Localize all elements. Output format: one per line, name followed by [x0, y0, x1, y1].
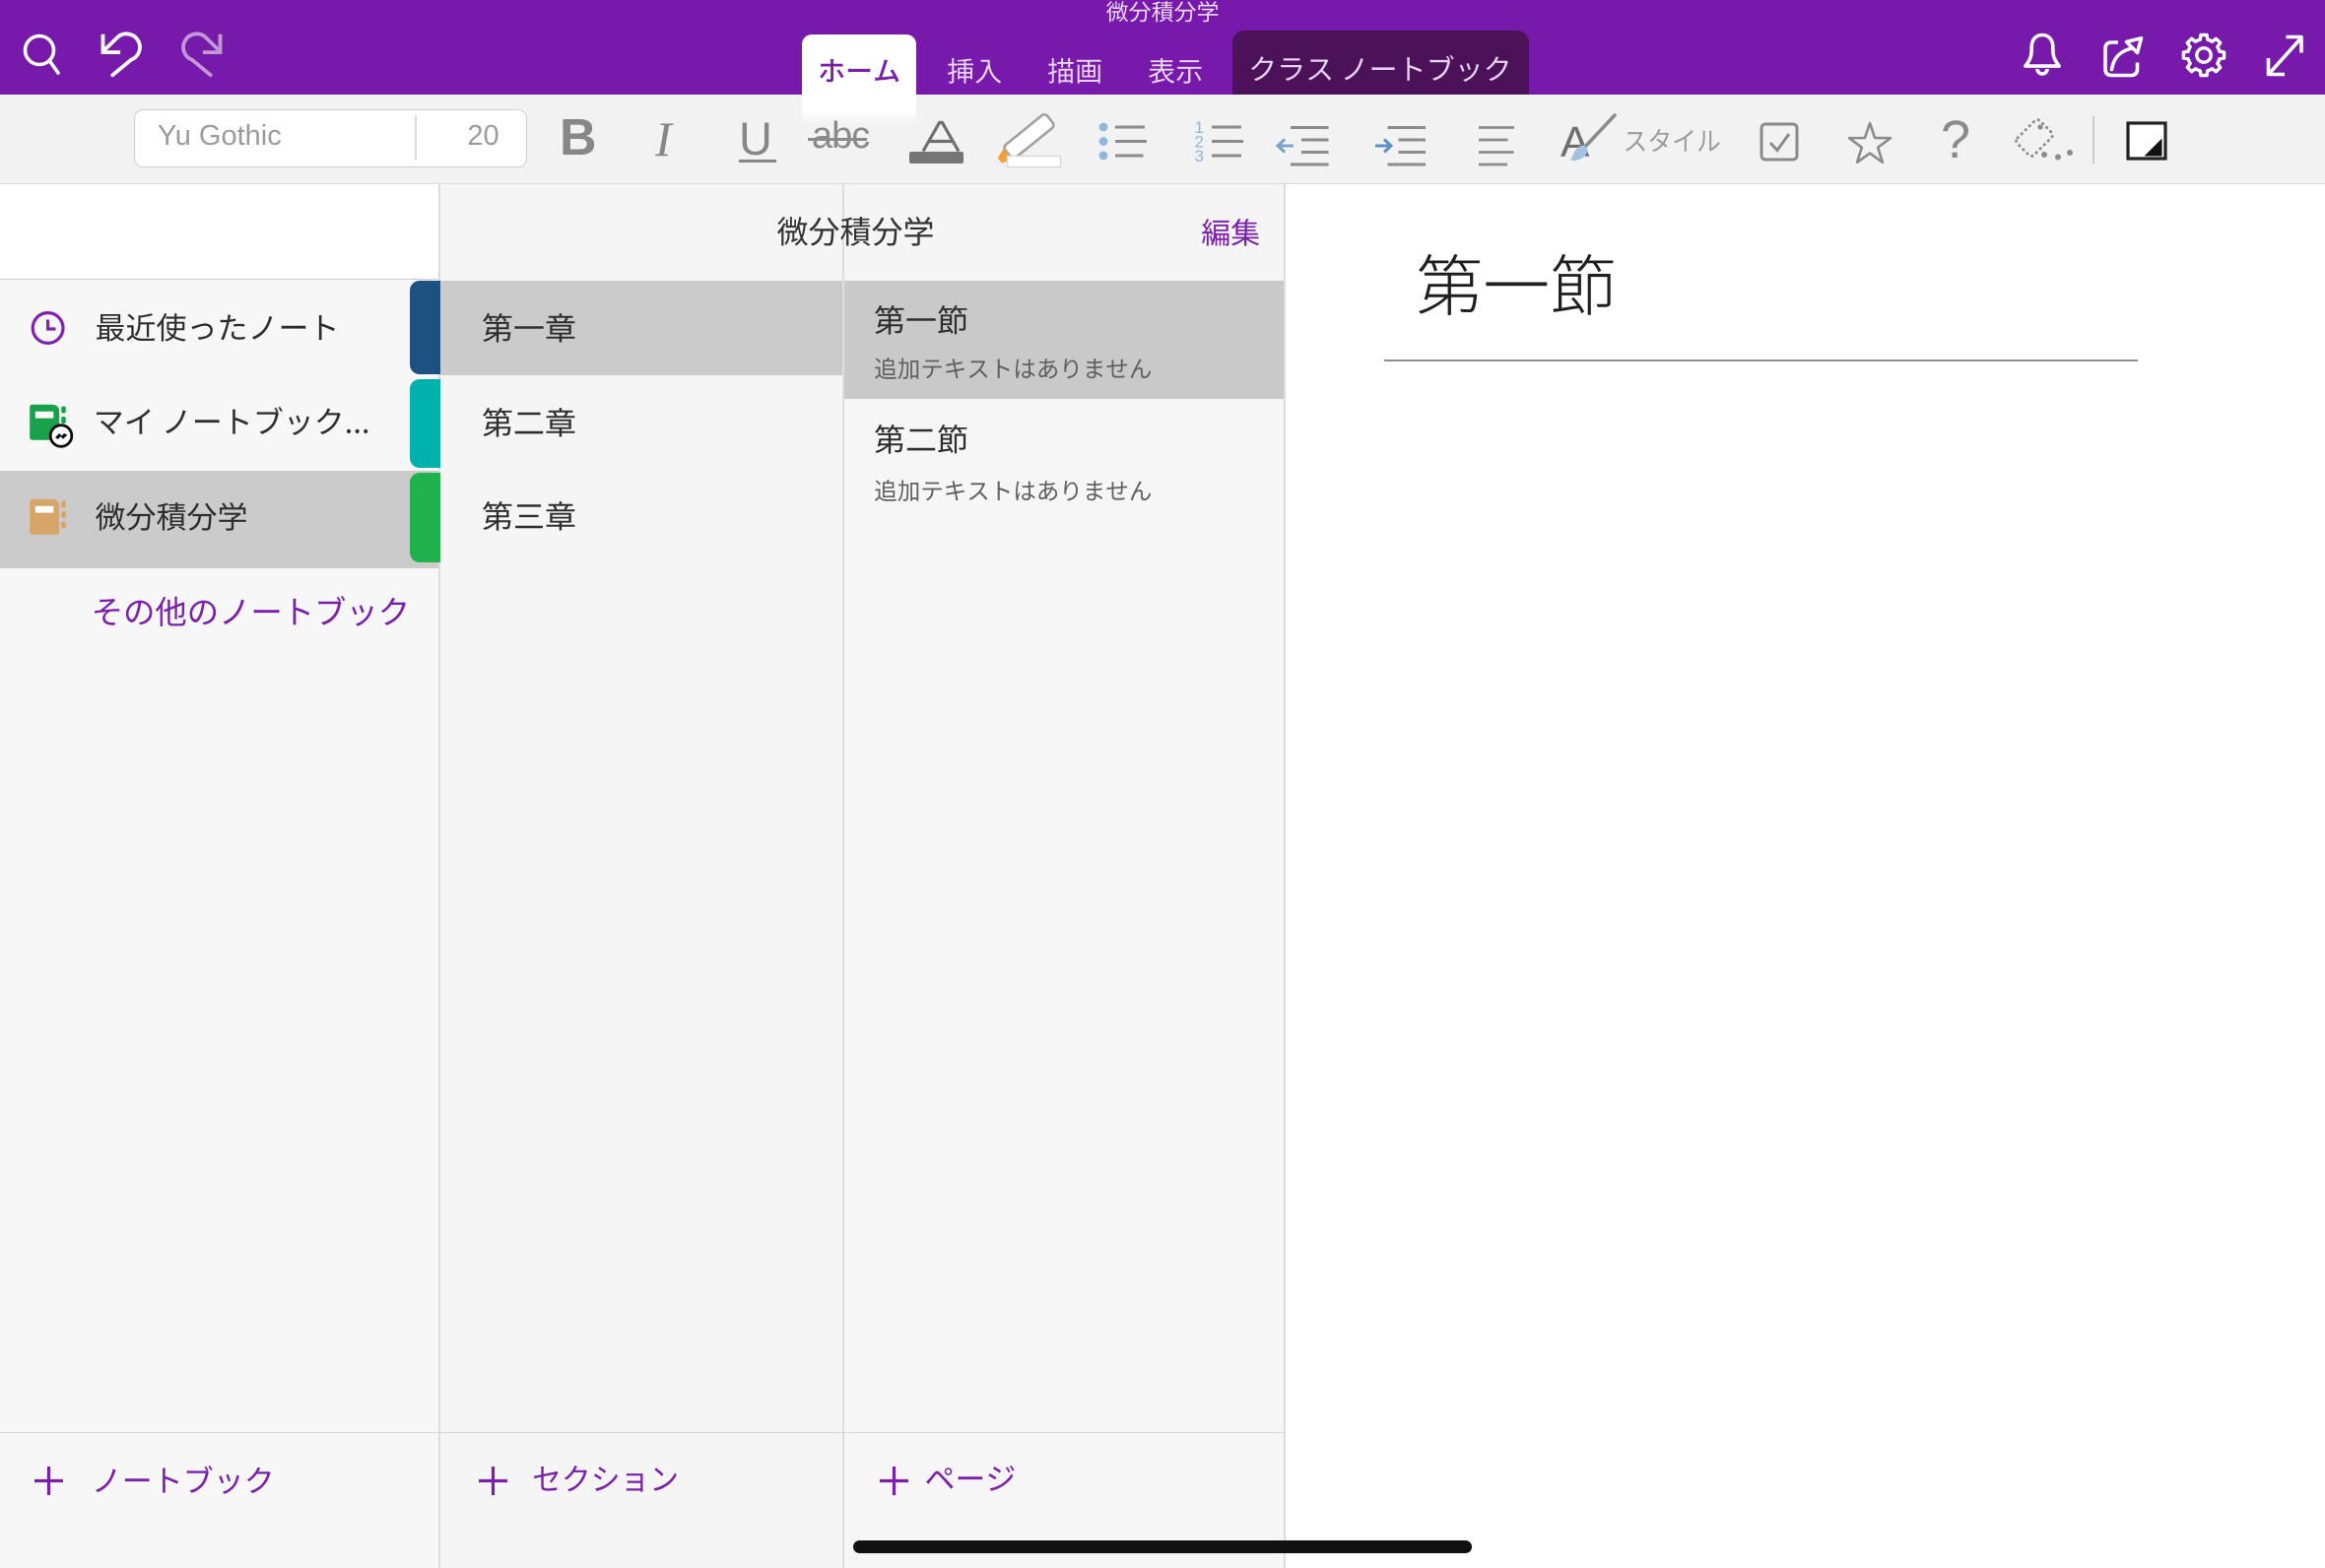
svg-text:3: 3	[1195, 147, 1204, 165]
